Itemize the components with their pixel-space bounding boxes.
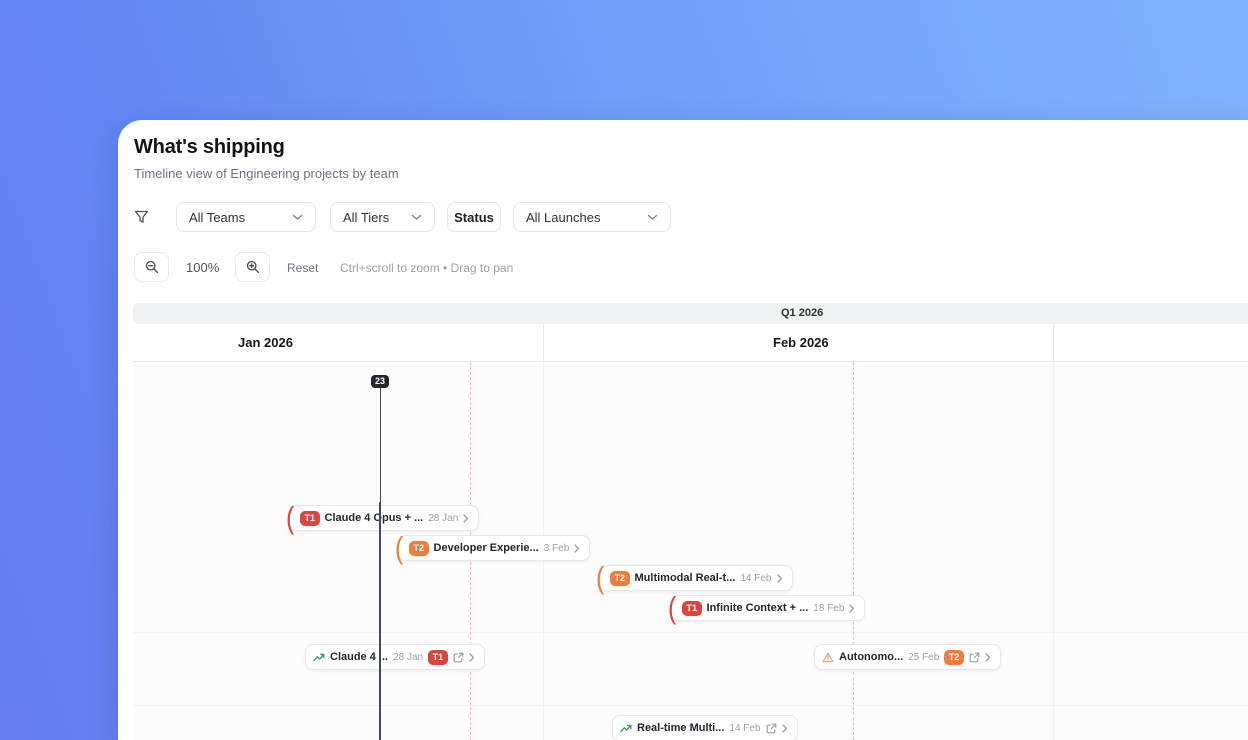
zoom-toolbar: 100% Reset Ctrl+scroll to zoom • Drag to… (134, 252, 1234, 282)
start-bracket-icon: ( (395, 530, 404, 565)
reset-zoom-button[interactable]: Reset (287, 261, 318, 275)
project-card[interactable]: ( T1 Claude 4 Opus + ... 28 Jan (286, 500, 480, 535)
project-card[interactable]: ( T2 Multimodal Real-t... 14 Feb (596, 560, 793, 595)
teams-filter-value: All Teams (189, 209, 246, 225)
milestone-dashed-line (853, 362, 854, 740)
funnel-icon (134, 210, 149, 223)
project-date: 28 Jan (428, 512, 459, 524)
launch-card[interactable]: Real-time Multi... 14 Feb (612, 715, 798, 740)
today-line (379, 388, 381, 740)
row-separator (133, 705, 1248, 706)
tier-badge: T2 (409, 540, 429, 556)
warning-triangle-icon (822, 652, 834, 662)
quarter-header-bar: Q1 2026 (133, 303, 1248, 324)
page-title: What's shipping (134, 136, 285, 158)
today-day-value: 23 (375, 376, 386, 386)
project-name: Infinite Context + ... (706, 602, 809, 614)
chevron-down-icon (647, 214, 658, 220)
magnifier-plus-icon (246, 260, 259, 274)
row-separator (133, 632, 1248, 633)
project-date: 18 Feb (813, 602, 845, 614)
zoom-out-button[interactable] (134, 252, 169, 282)
chevron-down-icon (292, 214, 303, 220)
tier-badge: T1 (682, 600, 702, 616)
timeline-canvas[interactable]: ( T1 Claude 4 Opus + ... 28 Jan ( T2 Dev… (133, 362, 1248, 740)
month-label-jan: Jan 2026 (238, 335, 293, 350)
month-divider (543, 324, 544, 362)
desktop-background: What's shipping Timeline view of Enginee… (0, 0, 1248, 740)
today-marker-badge: 23 (371, 375, 390, 388)
start-bracket-icon: ( (286, 500, 295, 535)
zoom-hint-text: Ctrl+scroll to zoom • Drag to pan (340, 261, 514, 275)
tier-badge: T1 (300, 510, 320, 526)
project-name: Developer Experie... (433, 542, 539, 554)
page-subtitle: Timeline view of Engineering projects by… (134, 166, 399, 181)
launches-filter-value: All Launches (526, 209, 601, 225)
project-name: Claude 4 Opus + ... (324, 512, 424, 524)
start-bracket-icon: ( (668, 590, 677, 625)
launch-date: 25 Feb (908, 651, 940, 663)
trending-up-icon (313, 653, 325, 661)
status-filter-button[interactable]: Status (447, 202, 501, 232)
teams-filter-dropdown[interactable]: All Teams (176, 202, 316, 232)
tier-badge: T2 (944, 649, 964, 665)
external-link-icon (766, 723, 776, 733)
chevron-right-icon (468, 652, 474, 662)
chevron-right-icon (776, 573, 782, 583)
project-name: Multimodal Real-t... (634, 572, 736, 584)
project-card[interactable]: ( T1 Infinite Context + ... 18 Feb (668, 590, 866, 625)
chevron-right-icon (849, 603, 855, 613)
chevron-right-icon (781, 723, 787, 733)
project-date: 3 Feb (543, 542, 570, 554)
tiers-filter-value: All Tiers (343, 209, 390, 225)
month-gridline (1053, 362, 1054, 740)
status-filter-label: Status (454, 209, 494, 225)
external-link-icon (969, 652, 980, 662)
tiers-filter-dropdown[interactable]: All Tiers (330, 202, 435, 232)
month-label-feb: Feb 2026 (773, 335, 829, 350)
launch-name: Real-time Multi... (637, 722, 725, 734)
start-bracket-icon: ( (596, 560, 605, 595)
magnifier-minus-icon (145, 260, 158, 274)
zoom-level-value: 100% (186, 260, 220, 275)
tier-badge: T1 (428, 649, 448, 665)
zoom-in-button[interactable] (235, 252, 270, 282)
quarter-label: Q1 2026 (781, 307, 824, 319)
launch-date: 14 Feb (729, 722, 761, 734)
month-header-row: Jan 2026 Feb 2026 (133, 324, 1248, 362)
month-divider (1053, 324, 1054, 362)
chevron-right-icon (463, 513, 469, 523)
chevron-right-icon (985, 652, 991, 662)
launch-date: 28 Jan (393, 651, 424, 663)
launch-name: Autonomo... (839, 651, 904, 663)
filter-row: All Teams All Tiers Status All Launches (134, 202, 1234, 232)
whats-shipping-panel: What's shipping Timeline view of Enginee… (118, 120, 1248, 740)
launch-card[interactable]: Claude 4 ... 28 Jan T1 (305, 644, 485, 670)
tier-badge: T2 (610, 570, 630, 586)
chevron-right-icon (574, 543, 580, 553)
trending-up-icon (620, 724, 632, 732)
chevron-down-icon (411, 214, 422, 220)
project-card[interactable]: ( T2 Developer Experie... 3 Feb (395, 530, 591, 565)
project-date: 14 Feb (740, 572, 772, 584)
external-link-icon (453, 652, 464, 662)
launch-card[interactable]: Autonomo... 25 Feb T2 (814, 644, 1001, 670)
launches-filter-dropdown[interactable]: All Launches (513, 202, 671, 232)
